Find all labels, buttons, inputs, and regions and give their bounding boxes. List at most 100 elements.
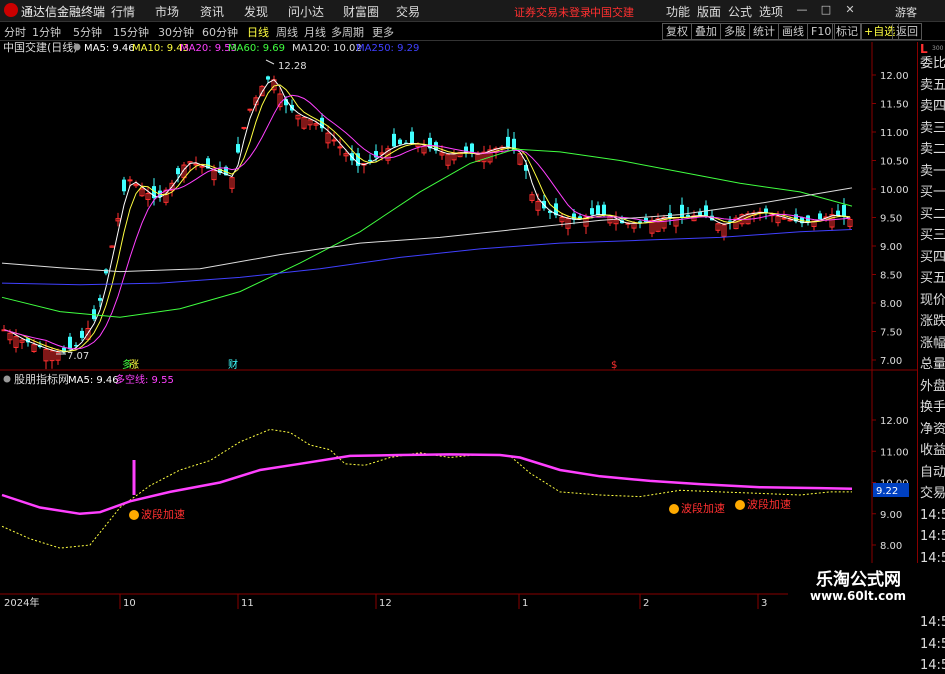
candle-down <box>122 179 126 192</box>
watermark-url: www.60lt.com <box>810 589 907 603</box>
period-15min[interactable]: 15分钟 <box>113 24 149 40</box>
menu-hangqing[interactable]: 行情 <box>111 3 135 20</box>
diejia-button[interactable]: 叠加 <box>691 23 721 40</box>
candle-down <box>80 330 84 338</box>
sidebar-item[interactable]: 卖一 <box>920 164 945 180</box>
duogu-button[interactable]: 多股 <box>720 23 750 40</box>
sidebar-item[interactable]: 总量 <box>920 357 945 373</box>
sidebar-item[interactable]: 卖四 <box>920 99 945 115</box>
watermark-title: 乐淘公式网 <box>816 570 901 590</box>
huaxian-button[interactable]: 画线 <box>778 23 808 40</box>
menu-wenxiaoda[interactable]: 问小达 <box>288 3 324 20</box>
tongji-button[interactable]: 统计 <box>749 23 779 40</box>
price-tick-label: 8.50 <box>880 271 902 282</box>
back-button[interactable]: 返回 <box>892 23 922 40</box>
close-icon[interactable]: ✕ <box>842 2 858 18</box>
high-pointer <box>265 59 275 65</box>
sidebar-item[interactable]: 14:56 <box>920 658 945 674</box>
ma-legend-item: MA120: 10.02 <box>292 43 362 54</box>
period-more[interactable]: 更多 <box>372 24 394 40</box>
period-daily[interactable]: 日线 <box>247 24 269 40</box>
period-multi[interactable]: 多周期 <box>331 24 364 40</box>
indicator-tick-label: 8.00 <box>880 541 902 552</box>
sidebar-item[interactable]: 换手 <box>920 400 945 416</box>
menu-xuanxiang[interactable]: 选项 <box>759 3 783 20</box>
period-60min[interactable]: 60分钟 <box>202 24 238 40</box>
xlabel-mar: 3 <box>761 598 767 609</box>
candle-down <box>368 159 372 162</box>
sidebar-item[interactable]: 外盘 <box>920 379 945 395</box>
signal-1[interactable]: 波段加速 <box>129 507 185 521</box>
sidebar-item[interactable]: 14:56 <box>920 637 945 653</box>
sidebar-item[interactable]: 买四 <box>920 250 945 266</box>
fuquan-button[interactable]: 复权 <box>662 23 692 40</box>
sidebar-item[interactable]: 现价 <box>920 293 945 309</box>
menu-zixun[interactable]: 资讯 <box>200 3 224 20</box>
signal-flame-icon <box>669 504 679 514</box>
xlabel-jan: 1 <box>522 598 528 609</box>
sidebar-item[interactable]: 卖二 <box>920 142 945 158</box>
minimize-icon[interactable]: — <box>794 2 810 18</box>
sidebar-item[interactable]: 14:56 <box>920 508 945 524</box>
candle-up <box>199 165 205 168</box>
sidebar-item[interactable]: 交易 <box>920 486 945 502</box>
period-5min[interactable]: 5分钟 <box>73 24 102 40</box>
period-fenshi[interactable]: 分时 <box>4 24 26 40</box>
login-status[interactable]: 证券交易未登录 <box>514 4 591 20</box>
indicator-ma5-line <box>1 428 852 549</box>
sidebar-item[interactable]: 收益 <box>920 443 945 459</box>
sidebar-item[interactable]: 买五 <box>920 271 945 287</box>
menu-shichang[interactable]: 市场 <box>155 3 179 20</box>
sidebar-item[interactable]: 净资 <box>920 422 945 438</box>
price-tick-label: 11.50 <box>880 100 909 111</box>
event-marker-cai[interactable]: 财 <box>228 358 238 371</box>
ma10-line <box>3 84 851 352</box>
sidebar-item[interactable]: 自动 <box>920 465 945 481</box>
menu-banmian[interactable]: 版面 <box>697 3 721 20</box>
settings-dot-icon[interactable] <box>73 43 81 51</box>
event-marker-dollar[interactable]: $ <box>611 360 617 371</box>
period-30min[interactable]: 30分钟 <box>158 24 194 40</box>
menu-gongshi[interactable]: 公式 <box>728 3 752 20</box>
sidebar-item[interactable]: 卖五 <box>920 78 945 94</box>
menu-bar: 通达信金融终端 行情 市场 资讯 发现 问小达 财富圈 交易 证券交易未登录 中… <box>0 0 945 22</box>
event-marker-zhang[interactable]: 涨 <box>129 359 139 371</box>
sidebar-item[interactable]: 买一 <box>920 185 945 201</box>
signal-3[interactable]: 波段加速 <box>735 497 791 511</box>
signal-text-3: 波段加速 <box>747 497 791 511</box>
sidebar-item[interactable]: 买三 <box>920 228 945 244</box>
candle-down <box>506 136 510 147</box>
candle-down <box>590 208 594 215</box>
candle-down <box>686 214 690 217</box>
low-label: 7.07 <box>67 351 89 362</box>
sidebar-item[interactable]: 委比 <box>920 56 945 72</box>
indicator-settings-icon[interactable] <box>3 375 11 383</box>
candle-down <box>728 220 732 222</box>
period-monthly[interactable]: 月线 <box>304 24 326 40</box>
maximize-icon[interactable]: □ <box>818 2 834 18</box>
ma20-line <box>3 94 851 350</box>
sidebar-item[interactable]: 涨幅 <box>920 336 945 352</box>
menu-faxian[interactable]: 发现 <box>244 3 268 20</box>
menu-jiaoyi[interactable]: 交易 <box>396 3 420 20</box>
candle-up <box>787 219 793 222</box>
period-weekly[interactable]: 周线 <box>276 24 298 40</box>
signal-2[interactable]: 波段加速 <box>669 501 725 515</box>
candle-down <box>596 205 600 215</box>
xlabel-feb: 2 <box>643 598 649 609</box>
sidebar-item[interactable]: 14:56 <box>920 529 945 545</box>
sidebar-item[interactable]: 买二 <box>920 207 945 223</box>
candle-down <box>680 204 684 218</box>
menu-caifuquan[interactable]: 财富圈 <box>343 3 379 20</box>
guest-label[interactable]: 游客 <box>895 4 917 20</box>
indicator-tick-label: 9.00 <box>880 510 902 521</box>
watermark: 乐淘公式网 www.60lt.com <box>788 563 945 609</box>
biaoji-button[interactable]: 标记 <box>832 23 862 40</box>
menu-gongneng[interactable]: 功能 <box>666 3 690 20</box>
period-1min[interactable]: 1分钟 <box>32 24 61 40</box>
kline-chart[interactable]: 中国交建(日线) MA5: 9.46MA10: 9.43MA20: 9.53MA… <box>0 42 917 609</box>
indicator-tick-label: 12.00 <box>880 416 909 427</box>
sidebar-item[interactable]: 14:56 <box>920 615 945 631</box>
sidebar-item[interactable]: 卖三 <box>920 121 945 137</box>
sidebar-item[interactable]: 涨跌 <box>920 314 945 330</box>
